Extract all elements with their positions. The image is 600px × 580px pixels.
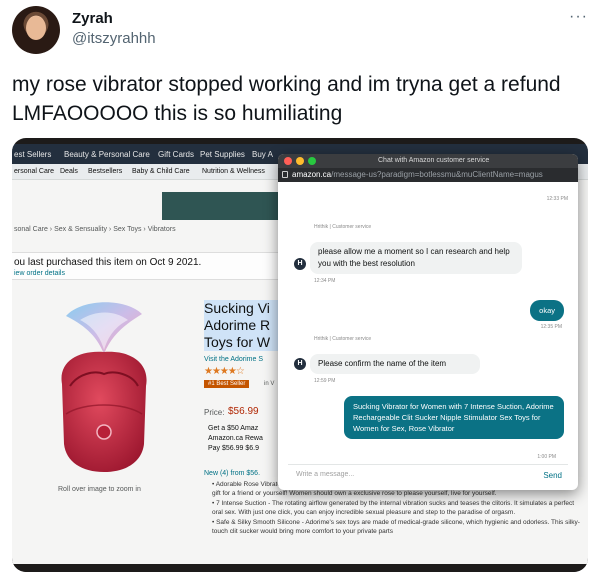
subnav-item[interactable]: ersonal Care	[14, 168, 54, 175]
agent-avatar: H	[294, 258, 306, 270]
url-host: amazon.ca	[292, 170, 332, 179]
offer-line: Get a $50 Amaz	[208, 425, 259, 432]
timestamp: 12:35 PM	[540, 324, 562, 330]
user-message: okay	[530, 300, 564, 321]
best-seller-category[interactable]: in V	[264, 381, 274, 387]
more-options-icon[interactable]: ···	[569, 8, 588, 26]
nav-item[interactable]: Buy A	[252, 150, 273, 159]
rating-stars[interactable]: ★★★★☆	[204, 366, 245, 377]
subnav-item[interactable]: Bestsellers	[88, 168, 122, 175]
timestamp: 12:59 PM	[314, 378, 336, 384]
laptop-screen: est Sellers Beauty & Personal Care Gift …	[12, 144, 588, 564]
tweet-header: Zyrah @itszyrahhh ···	[12, 6, 588, 54]
subnav-item[interactable]: Nutrition & Wellness	[202, 168, 265, 175]
laptop-bezel	[12, 564, 588, 572]
product-image[interactable]	[48, 294, 160, 484]
maximize-window-icon[interactable]	[308, 157, 316, 165]
address-bar[interactable]: amazon.ca/message-us?paradigm=botlessmu&…	[278, 168, 578, 182]
nav-item[interactable]: Pet Supplies	[200, 150, 245, 159]
message-input[interactable]: Write a message... Send	[288, 464, 568, 486]
view-order-details-link[interactable]: iew order details	[14, 270, 65, 277]
user-handle[interactable]: @itszyrahhh	[72, 30, 156, 47]
offer-line: Pay $56.99 $6.9	[208, 445, 259, 452]
timestamp: 12:34 PM	[314, 278, 336, 284]
agent-avatar: H	[294, 358, 306, 370]
avatar[interactable]	[12, 6, 60, 54]
close-window-icon[interactable]	[284, 157, 292, 165]
tweet-text: my rose vibrator stopped working and im …	[12, 73, 561, 125]
url-path: /message-us?paradigm=botlessmu&muClientN…	[331, 170, 543, 179]
best-seller-badge: #1 Best Seller	[204, 380, 250, 388]
zoom-hint: Roll over image to zoom in	[58, 486, 141, 493]
price-label: Price:	[204, 408, 225, 417]
message-placeholder: Write a message...	[296, 471, 355, 478]
offer-line: Amazon.ca Rewa	[208, 435, 263, 442]
purchase-notice: ou last purchased this item on Oct 9 202…	[12, 252, 292, 280]
tweet-photo[interactable]: est Sellers Beauty & Personal Care Gift …	[12, 138, 588, 572]
lock-icon	[282, 171, 288, 178]
new-offers-link[interactable]: New (4) from $56.	[204, 470, 260, 477]
agent-message: please allow me a moment so I can resear…	[310, 242, 522, 274]
agent-message: Please confirm the name of the item	[310, 354, 480, 374]
purchase-line: ou last purchased this item on Oct 9 202…	[14, 257, 202, 268]
agent-sender: Hrithik | Customer service	[314, 336, 372, 342]
feature-bullet: • Safe & Silky Smooth Silicone - Adorime…	[212, 519, 580, 535]
feature-bullet: • 7 Intense Suction - The rotating airfl…	[212, 500, 575, 516]
agent-sender: Hrithik | Customer service	[314, 224, 372, 230]
user-message: Sucking Vibrator for Women with 7 Intens…	[344, 396, 564, 439]
offer-box: Get a $50 Amaz Amazon.ca Rewa Pay $56.99…	[208, 424, 286, 462]
subnav-item[interactable]: Deals	[60, 168, 78, 175]
subnav-item[interactable]: Baby & Child Care	[132, 168, 190, 175]
chat-window-title: Chat with Amazon customer service	[378, 157, 490, 164]
visit-store-link[interactable]: Visit the Adorime S	[204, 356, 263, 363]
chat-title-bar: Chat with Amazon customer service	[278, 154, 578, 168]
nav-item[interactable]: Beauty & Personal Care	[64, 150, 150, 159]
nav-item[interactable]: Gift Cards	[158, 150, 194, 159]
minimize-window-icon[interactable]	[296, 157, 304, 165]
send-button[interactable]: Send	[543, 471, 562, 480]
timestamp: 1:00 PM	[537, 454, 556, 460]
breadcrumb[interactable]: sonal Care › Sex & Sensuality › Sex Toys…	[14, 226, 176, 233]
chat-window: Chat with Amazon customer service amazon…	[278, 154, 578, 490]
product-title: Sucking Vi Adorime R Toys for W	[204, 300, 282, 351]
nav-item[interactable]: est Sellers	[14, 150, 51, 159]
promo-banner[interactable]	[162, 192, 282, 220]
display-name[interactable]: Zyrah	[72, 10, 113, 27]
price: $56.99	[228, 406, 259, 417]
timestamp: 12:33 PM	[546, 196, 568, 202]
